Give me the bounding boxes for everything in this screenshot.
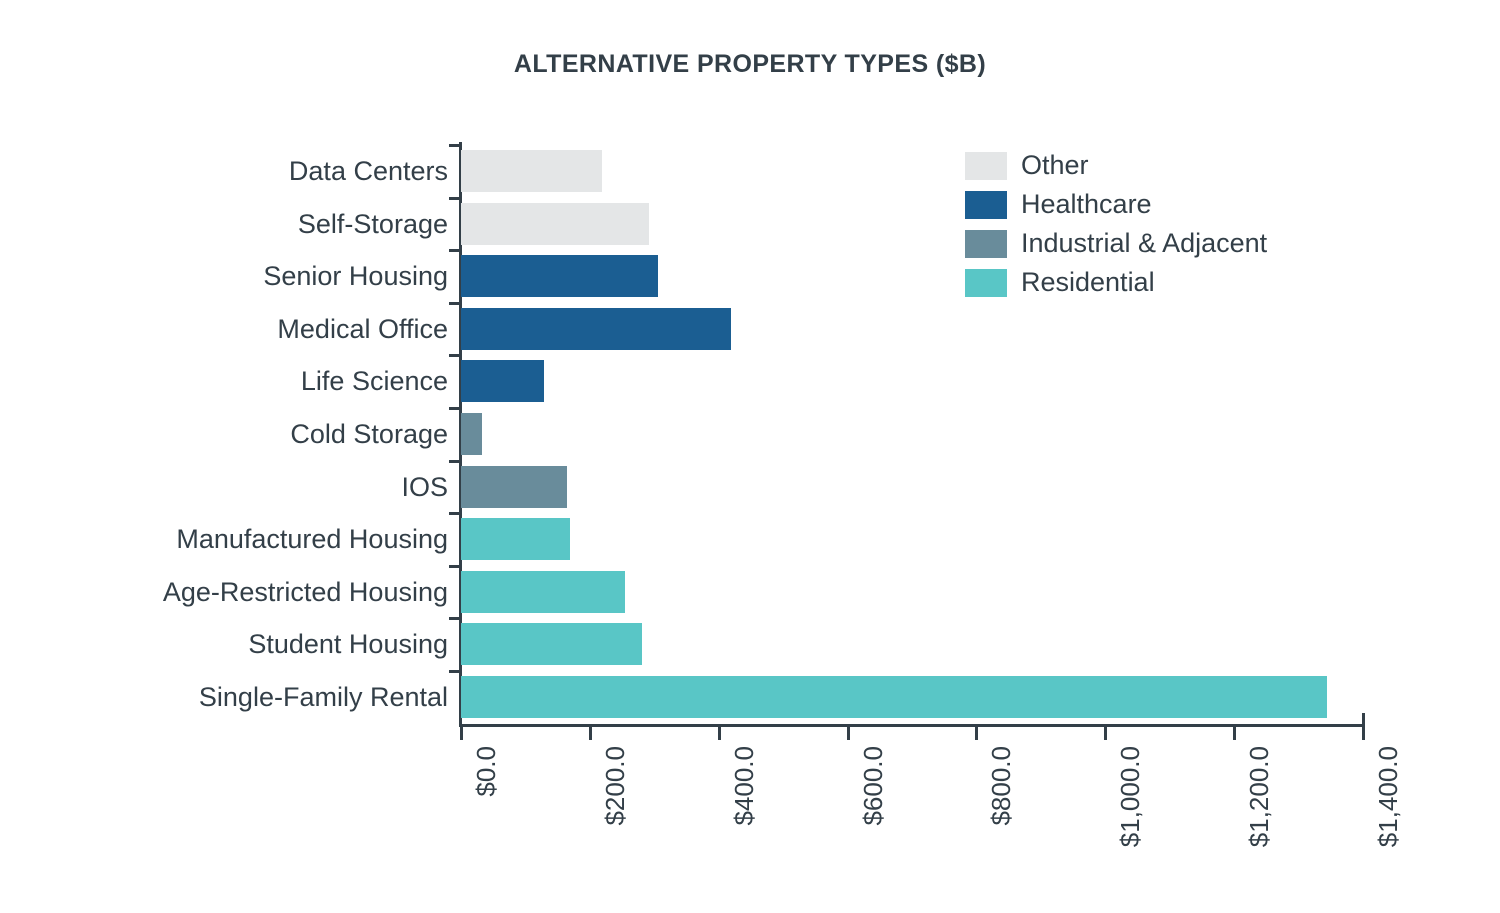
- category-label-cold-storage: Cold Storage: [290, 419, 448, 449]
- category-label-manufactured-housing: Manufactured Housing: [176, 524, 448, 555]
- bar-data-centers[interactable]: [461, 150, 603, 192]
- legend-label: Residential: [1021, 267, 1155, 297]
- bar-row: [461, 461, 1363, 514]
- value-tick-mark: [717, 727, 721, 740]
- category-label-age-restricted-housing: Age-Restricted Housing: [162, 576, 448, 607]
- bar-row: [461, 671, 1363, 724]
- category-label-self-storage: Self-Storage: [297, 208, 448, 239]
- legend-label: Industrial & Adjacent: [1021, 228, 1268, 258]
- value-tick-mark: [1362, 727, 1365, 740]
- value-tick-mark: [588, 727, 592, 740]
- category-label-student-housing: Student Housing: [248, 629, 448, 660]
- alternative-property-types-chart: ALTERNATIVE PROPERTY TYPES ($B) Data Cen…: [0, 0, 1500, 913]
- value-tick-label: $800.0: [986, 746, 1017, 826]
- bar-row: [461, 408, 1363, 461]
- bar-medical-office[interactable]: [461, 307, 731, 350]
- bar-row: [461, 355, 1363, 408]
- bar-row: [461, 566, 1363, 619]
- legend-item-industrial-adjacent[interactable]: Industrial & Adjacent: [965, 224, 1267, 263]
- category-tick: [449, 144, 461, 147]
- value-tick-mark: [846, 727, 850, 740]
- value-tick-label: $0.0: [471, 746, 501, 797]
- value-tick-mark: [460, 727, 463, 740]
- bar-ios[interactable]: [461, 465, 568, 508]
- bar-row: [461, 303, 1363, 356]
- legend-item-other[interactable]: Other: [965, 146, 1267, 185]
- bar-age-restricted-housing[interactable]: [461, 570, 626, 613]
- category-tick: [449, 512, 461, 516]
- legend-swatch-icon: [965, 190, 1007, 219]
- legend-swatch-icon: [965, 151, 1007, 180]
- legend-label: Other: [1021, 150, 1089, 180]
- legend-item-healthcare[interactable]: Healthcare: [965, 185, 1267, 224]
- bar-self-storage[interactable]: [461, 202, 650, 245]
- category-tick: [449, 617, 461, 621]
- bar-row: [461, 513, 1363, 566]
- value-tick-label: $1,400.0: [1373, 746, 1403, 848]
- value-tick-label: $600.0: [857, 746, 888, 826]
- legend-swatch-icon: [965, 229, 1007, 258]
- category-tick: [449, 670, 461, 673]
- category-tick: [449, 407, 461, 410]
- category-tick: [449, 459, 461, 463]
- bar-senior-housing[interactable]: [461, 255, 659, 298]
- value-tick-label: $200.0: [599, 746, 630, 826]
- bar-manufactured-housing[interactable]: [461, 518, 570, 561]
- category-label-life-science: Life Science: [300, 366, 448, 397]
- category-axis-line: [459, 724, 1365, 727]
- value-tick-label: $1,200.0: [1244, 746, 1275, 848]
- legend-item-residential[interactable]: Residential: [965, 263, 1267, 302]
- category-label-ios: IOS: [401, 471, 448, 502]
- category-label-senior-housing: Senior Housing: [263, 261, 448, 292]
- category-tick: [449, 301, 461, 305]
- category-label-single-family-rental: Single-Family Rental: [198, 682, 448, 712]
- legend-swatch-icon: [965, 268, 1007, 297]
- value-tick-mark: [1104, 727, 1108, 740]
- bar-single-family-rental[interactable]: [461, 676, 1327, 718]
- bar-cold-storage[interactable]: [461, 413, 483, 455]
- category-tick: [449, 354, 461, 358]
- chart-title: ALTERNATIVE PROPERTY TYPES ($B): [513, 50, 987, 78]
- category-label-data-centers: Data Centers: [288, 156, 448, 186]
- category-tick: [449, 249, 461, 253]
- category-tick: [449, 196, 461, 200]
- bar-life-science[interactable]: [461, 360, 545, 403]
- bar-row: [461, 618, 1363, 671]
- bar-student-housing[interactable]: [461, 623, 643, 666]
- category-label-medical-office: Medical Office: [277, 313, 448, 344]
- legend-label: Healthcare: [1021, 189, 1152, 219]
- value-tick-label: $1,000.0: [1115, 746, 1146, 848]
- value-tick-label: $400.0: [728, 746, 759, 826]
- value-tick-mark: [975, 727, 979, 740]
- chart-legend: Other Healthcare Industrial & Adjacent Resi…: [965, 146, 1267, 302]
- value-tick-mark: [1233, 727, 1237, 740]
- category-tick: [449, 564, 461, 568]
